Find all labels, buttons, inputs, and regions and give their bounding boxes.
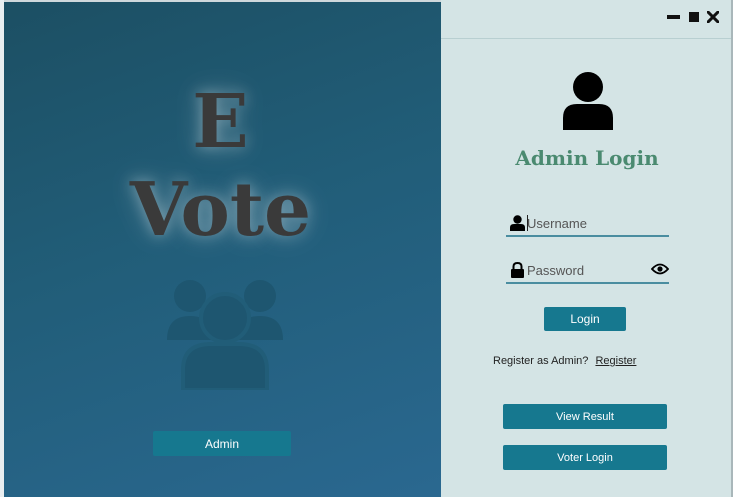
password-field-wrapper (506, 258, 669, 284)
login-button[interactable]: Login (544, 307, 626, 331)
user-small-icon (510, 215, 525, 231)
minimize-icon (666, 15, 680, 19)
lock-icon (511, 262, 524, 278)
register-prompt-row: Register as Admin? Register (493, 355, 636, 367)
top-divider (0, 0, 441, 2)
username-field-wrapper (506, 211, 669, 237)
titlebar-divider (441, 38, 733, 39)
register-prompt-text: Register as Admin? (493, 355, 589, 367)
minimize-button[interactable] (665, 8, 681, 26)
login-panel: Admin Login Login Register as Admin? Reg… (441, 0, 733, 497)
brand-title-line1: E (192, 79, 249, 165)
view-result-button[interactable]: View Result (503, 404, 667, 429)
eye-icon[interactable] (651, 263, 669, 275)
password-input[interactable] (527, 260, 647, 280)
maximize-icon (689, 12, 699, 22)
user-icon (563, 72, 613, 130)
voter-login-button[interactable]: Voter Login (503, 445, 667, 470)
maximize-button[interactable] (687, 8, 701, 26)
login-title: Admin Login (515, 146, 659, 170)
username-input[interactable] (527, 213, 647, 233)
brand-title-line2: Vote (129, 167, 312, 253)
close-button[interactable] (705, 8, 721, 26)
close-icon (707, 11, 719, 23)
register-link[interactable]: Register (595, 355, 636, 367)
user-group-icon (167, 280, 283, 390)
admin-button[interactable]: Admin (153, 431, 291, 456)
brand-panel: E Vote Admin (0, 0, 441, 497)
